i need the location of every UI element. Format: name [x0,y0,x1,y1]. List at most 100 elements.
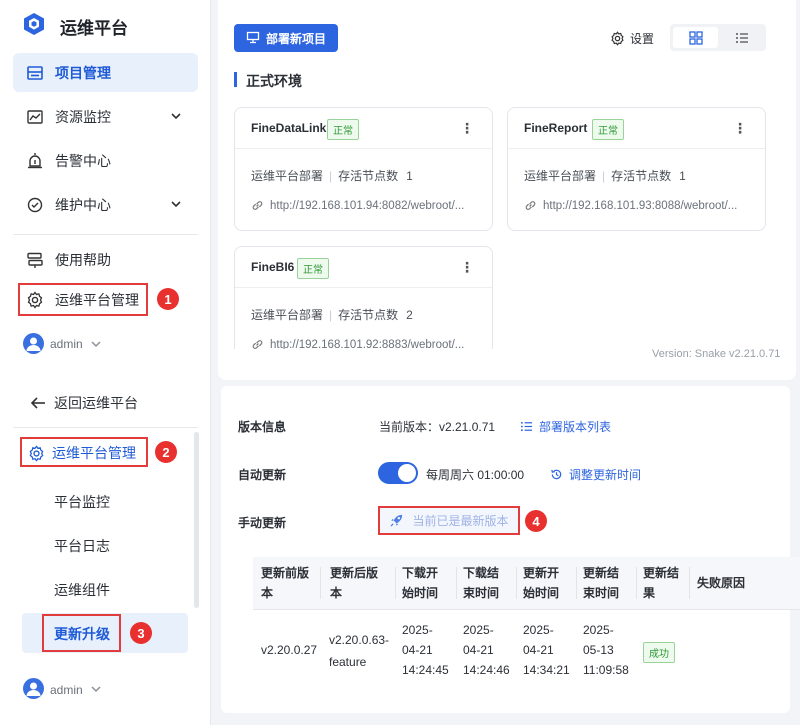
project-card-finereport[interactable]: FineReport 正常 ⋮ 运维平台部署 | 存活节点数 1 http://192… [507,107,766,231]
manual-update-label: 手动更新 [238,516,287,530]
link-label: 部署版本列表 [539,420,612,434]
nodes-count: 1 [406,169,413,183]
status-badge: 正常 [592,119,624,140]
settings-label: 设置 [630,32,655,46]
nav-label: 使用帮助 [55,251,111,268]
signpost-icon [25,250,45,270]
list-icon [735,31,749,45]
annotation-badge-2: 2 [155,441,177,463]
col-header-up-start: 更新开 始时间 [523,566,560,600]
nodes-label: 存活节点数 [611,169,672,183]
cell-dl-start: 2025- 04-21 14:24:45 [402,623,449,677]
table-header-divider [253,609,800,610]
col-header-before: 更新前版本 [261,566,310,600]
nodes-label: 存活节点数 [338,308,399,322]
list-view-button[interactable] [720,27,764,48]
section-marker [234,72,237,87]
auto-update-toggle[interactable] [378,462,418,484]
deploy-type: 运维平台部署 [524,169,597,183]
project-card-finebi6[interactable]: FineBI6 正常 ⋮ 运维平台部署 | 存活节点数 2 http://192.16… [234,246,493,349]
chevron-down-icon [170,197,182,213]
link-icon [252,340,263,349]
deploy-version-list-link[interactable]: 部署版本列表 [520,418,611,435]
card-url[interactable]: http://192.168.101.94:8082/webroot/... [251,199,464,212]
nodes-count: 2 [406,308,413,322]
gear-icon [610,31,625,46]
nav-help[interactable]: 使用帮助 [13,240,198,279]
status-badge: 正常 [297,258,329,279]
col-divider [320,567,321,599]
maintenance-icon [25,195,45,215]
nav-resource-monitor[interactable]: 资源监控 [13,97,198,136]
nodes-label: 存活节点数 [338,169,399,183]
cell-up-end: 2025- 05-13 11:09:58 [583,623,629,677]
toggle-knob [398,464,416,482]
cell-after-version: v2.20.0.63- feature [329,633,390,669]
cards-clip: FineBI6 正常 ⋮ 运维平台部署 | 存活节点数 2 http://192.16… [234,246,494,349]
project-card-finedatalink[interactable]: FineDataLink 正常 ⋮ 运维平台部署 | 存活节点数 1 http://1… [234,107,493,231]
grid-view-button[interactable] [673,27,718,48]
nav-divider [13,234,198,235]
monitor-chart-icon [25,107,45,127]
project-icon [25,63,45,83]
brand-title: 运维平台 [60,19,128,38]
latest-version-button[interactable]: 当前已是最新版本 [378,506,520,535]
nav-label: 项目管理 [55,64,111,81]
back-button[interactable]: 返回运维平台 [30,393,138,413]
sub-item-ops-components[interactable]: 运维组件 [54,580,110,600]
col-divider [395,567,396,599]
more-icon[interactable]: ⋮ [460,259,474,276]
annotation-badge-1: 1 [157,288,179,310]
card-name: FineDataLink [251,121,327,135]
annotation-box-2 [20,437,148,467]
nav-alert-center[interactable]: 告警中心 [13,141,198,180]
sidebar-scrollbar[interactable] [194,432,199,608]
sub-item-platform-monitor[interactable]: 平台监控 [54,492,110,512]
nav-project-management[interactable]: 项目管理 [13,53,198,92]
col-header-dl-end: 下载结 束时间 [463,566,500,600]
user-avatar[interactable] [23,333,44,354]
chevron-down-icon[interactable] [90,683,102,698]
nav-maintenance-center[interactable]: 维护中心 [13,185,198,224]
history-table: 更新前版本 更新后版本 下载开 始时间 下载结 束时间 更新开 始时间 更新结 束时间 … [253,557,800,713]
link-label: 调整更新时间 [569,468,642,482]
user-avatar[interactable] [23,678,44,699]
latest-label: 当前已是最新版本 [412,514,509,528]
col-header-reason: 失败原因 [697,576,746,590]
user-name[interactable]: admin [50,683,83,697]
card-divider [235,287,492,288]
deploy-new-project-button[interactable]: 部署新项目 [234,24,338,52]
current-version: 当前版本：v2.21.0.71 [379,420,496,434]
chevron-down-icon[interactable] [90,338,102,353]
settings-button[interactable]: 设置 [610,30,654,47]
col-divider [636,567,637,599]
url-text: http://192.168.101.93:8088/webroot/... [543,199,738,212]
annotation-box-1 [18,283,148,316]
sub-item-platform-log[interactable]: 平台日志 [54,536,110,556]
card-url[interactable]: http://192.168.101.93:8088/webroot/... [524,199,737,212]
card-name: FineBI6 [251,260,295,274]
cell-before-version: v2.20.0.27 [261,643,318,657]
col-header-after: 更新后版本 [330,566,379,600]
col-divider [576,567,577,599]
nodes-count: 1 [679,169,686,183]
deploy-type: 运维平台部署 [251,308,324,322]
adjust-time-link[interactable]: 调整更新时间 [550,466,641,483]
deploy-icon [246,31,260,45]
back-label: 返回运维平台 [54,395,138,411]
col-divider [516,567,517,599]
col-divider [689,567,690,599]
card-url[interactable]: http://192.168.101.92:8883/webroot/... [251,338,464,349]
url-text: http://192.168.101.92:8883/webroot/... [270,338,465,350]
cell-dl-end: 2025- 04-21 14:24:46 [463,623,510,677]
cell-up-start: 2025- 04-21 14:34:21 [523,623,570,677]
alarm-icon [25,151,45,171]
col-divider [456,567,457,599]
auto-update-label: 自动更新 [238,468,287,482]
col-header-result: 更新结果 [643,566,680,600]
sidebar-divider [13,427,198,428]
card-meta: 运维平台部署 | 存活节点数 2 [251,308,413,322]
more-icon[interactable]: ⋮ [460,120,474,137]
more-icon[interactable]: ⋮ [733,120,747,137]
user-name[interactable]: admin [50,337,83,351]
